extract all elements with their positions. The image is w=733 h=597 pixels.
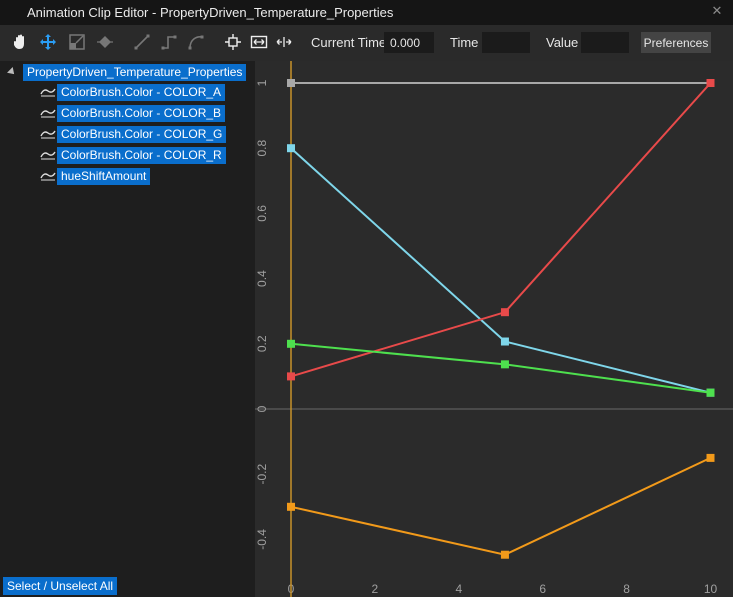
curve-series (287, 79, 715, 381)
time-label: Time (450, 35, 479, 50)
y-tick-label: -0.2 (255, 464, 269, 485)
y-tick-label: 0.6 (255, 205, 269, 222)
curve-chart[interactable]: -0.4-0.200.20.40.60.810246810 (255, 61, 733, 597)
current-time-label: Current Time (311, 35, 387, 50)
value-label: Value (546, 35, 579, 50)
keyframe-point[interactable] (287, 339, 295, 348)
keyframe-point[interactable] (287, 502, 295, 511)
curve-series (287, 339, 715, 397)
linear-tangent-icon[interactable] (131, 31, 153, 53)
hand-tool-icon[interactable] (10, 31, 32, 53)
title-bar: Animation Clip Editor - PropertyDriven_T… (0, 0, 733, 25)
fit-horizontal-icon[interactable] (248, 31, 270, 53)
select-all-button[interactable]: Select / Unselect All (3, 577, 118, 595)
scale-tool-icon[interactable] (66, 31, 88, 53)
keyframe-point[interactable] (287, 79, 295, 87)
keyframe-point[interactable] (500, 337, 509, 346)
move-tool-icon[interactable] (37, 31, 59, 53)
keyframe-tool-icon[interactable] (94, 31, 116, 53)
keyframe-point[interactable] (287, 372, 295, 381)
keyframe-point[interactable] (500, 360, 509, 369)
x-tick-label: 8 (623, 582, 630, 596)
preferences-button[interactable]: Preferences (641, 32, 711, 53)
close-icon[interactable]: ✕ (709, 3, 725, 19)
property-curve-icon (40, 128, 56, 140)
toolbar: Current Time Time Value Preferences (0, 25, 733, 61)
y-tick-label: 1 (255, 79, 269, 86)
curve-line (290, 147, 711, 394)
y-tick-label: -0.4 (255, 529, 269, 550)
y-tick-label: 0 (255, 405, 269, 412)
curve-series (287, 453, 715, 559)
curve-line (290, 342, 711, 394)
current-time-input[interactable] (384, 32, 434, 53)
x-tick-label: 4 (455, 582, 462, 596)
step-tangent-icon[interactable] (158, 31, 180, 53)
frame-selection-icon[interactable] (222, 31, 244, 53)
smooth-tangent-icon[interactable] (185, 31, 207, 53)
property-tree: PropertyDriven_Temperature_Properties Co… (0, 61, 255, 597)
tree-property-item[interactable]: hueShiftAmount (57, 168, 151, 185)
property-curve-icon (40, 107, 56, 119)
window-title: Animation Clip Editor - PropertyDriven_T… (27, 5, 394, 20)
x-tick-label: 6 (539, 582, 546, 596)
tree-property-item[interactable]: ColorBrush.Color - COLOR_A (57, 84, 226, 101)
property-curve-icon (40, 149, 56, 161)
tree-property-item[interactable]: ColorBrush.Color - COLOR_R (57, 147, 226, 164)
keyframe-point[interactable] (287, 144, 295, 153)
y-tick-label: 0.8 (255, 140, 269, 157)
tree-property-item[interactable]: ColorBrush.Color - COLOR_B (57, 105, 226, 122)
curve-graph[interactable]: -0.4-0.200.20.40.60.810246810 (255, 61, 733, 597)
tree-root-item[interactable]: PropertyDriven_Temperature_Properties (23, 64, 247, 81)
keyframe-point[interactable] (706, 453, 715, 462)
expand-arrow-icon[interactable] (7, 67, 17, 77)
property-curve-icon (40, 170, 56, 182)
curve-series (287, 79, 715, 87)
fit-width-icon[interactable] (273, 31, 295, 53)
keyframe-point[interactable] (500, 550, 509, 559)
curve-line (290, 82, 712, 378)
value-input[interactable] (581, 32, 629, 53)
y-tick-label: 0.4 (255, 270, 269, 287)
property-curve-icon (40, 86, 56, 98)
tree-property-item[interactable]: ColorBrush.Color - COLOR_G (57, 126, 227, 143)
keyframe-point[interactable] (706, 388, 715, 397)
time-input[interactable] (482, 32, 530, 53)
keyframe-point[interactable] (706, 79, 715, 87)
curve-line (290, 456, 711, 556)
x-tick-label: 10 (704, 582, 718, 596)
y-tick-label: 0.2 (255, 335, 269, 352)
keyframe-point[interactable] (500, 308, 509, 317)
x-tick-label: 2 (372, 582, 379, 596)
